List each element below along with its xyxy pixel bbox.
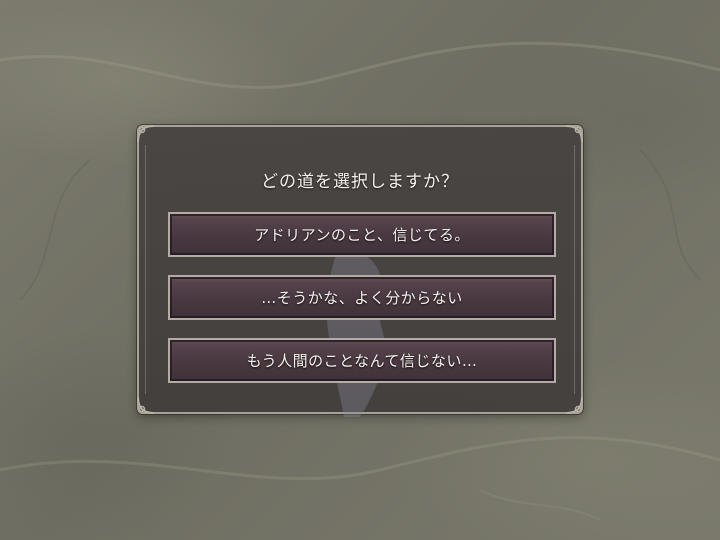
choice-label: アドリアンのこと、信じてる。 <box>254 226 470 244</box>
choice-label: …そうかな、よく分からない <box>261 289 463 307</box>
corner-ornament-icon <box>565 125 583 143</box>
choice-button-trust[interactable]: アドリアンのこと、信じてる。 <box>168 212 556 257</box>
choice-button-unsure[interactable]: …そうかな、よく分からない <box>168 275 556 320</box>
choice-dialog: どの道を選択しますか？ アドリアンのこと、信じてる。 …そうかな、よく分からない… <box>137 125 583 417</box>
choice-prompt: どの道を選択しますか？ <box>261 172 459 192</box>
choice-button-distrust[interactable]: もう人間のことなんて信じない… <box>168 338 556 383</box>
choice-label: もう人間のことなんて信じない… <box>246 352 478 370</box>
corner-ornament-icon <box>137 396 155 414</box>
corner-ornament-icon <box>137 125 155 143</box>
corner-ornament-icon <box>565 396 583 414</box>
